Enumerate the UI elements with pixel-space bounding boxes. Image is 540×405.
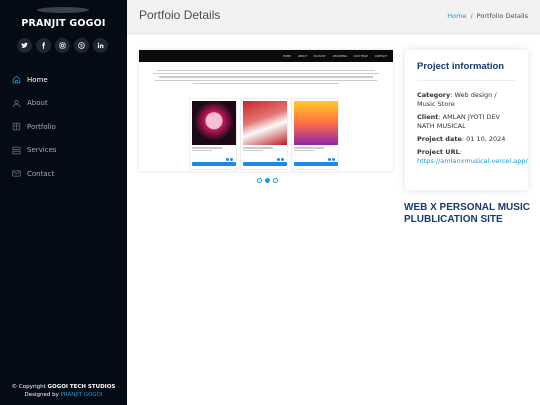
- breadcrumb-separator: /: [470, 12, 473, 20]
- breadcrumb-home-link[interactable]: Home: [447, 12, 466, 20]
- instagram-icon[interactable]: [55, 38, 70, 53]
- sidebar-item-label: Services: [27, 146, 57, 155]
- linkedin-icon[interactable]: [93, 38, 108, 53]
- designer-link[interactable]: PRANJIT GOGOI: [61, 392, 103, 398]
- category-row: Category: Web design / Music Store: [417, 91, 497, 108]
- project-description-title: WEB X PERSONAL MUSIC PLUBLICATION SITE: [404, 202, 530, 225]
- sidebar-item-home[interactable]: Home: [11, 68, 57, 92]
- social-links: [17, 38, 108, 53]
- sidebar-item-label: Home: [27, 75, 48, 84]
- breadcrumb-current: Portfolio Details: [476, 12, 528, 20]
- project-url-link[interactable]: https://amlanxmusical.vercel.app/: [417, 157, 528, 165]
- screenshot-navbar: HOME ABOUT PLAYLIST UPCOMING OUR TEAM CO…: [139, 50, 393, 62]
- slide-dot-1[interactable]: [257, 178, 262, 183]
- screenshot-cards: [189, 98, 339, 170]
- home-icon: [11, 75, 21, 85]
- album-card: [189, 98, 237, 170]
- sidebar: PRANJIT GOGOI Home About Portfolio Servi…: [0, 0, 127, 405]
- breadcrumb: Home / Portfolio Details: [447, 12, 528, 20]
- brand-name[interactable]: PRANJIT GOGOI: [0, 18, 127, 29]
- date-row: Project date: 01 10, 2024: [417, 135, 506, 143]
- project-screenshot[interactable]: HOME ABOUT PLAYLIST UPCOMING OUR TEAM CO…: [139, 50, 393, 171]
- sidebar-item-portfolio[interactable]: Portfolio: [11, 115, 57, 139]
- sidebar-item-contact[interactable]: Contact: [11, 162, 57, 186]
- profile-image: [37, 7, 89, 13]
- slider-pagination: [257, 178, 278, 183]
- slide-dot-2[interactable]: [265, 178, 270, 183]
- page-title: Portfoio Details: [139, 8, 221, 22]
- person-icon: [11, 98, 21, 108]
- project-info-title: Project information: [417, 61, 516, 81]
- sidebar-nav: Home About Portfolio Services Contact: [11, 68, 57, 186]
- skype-icon[interactable]: [74, 38, 89, 53]
- twitter-icon[interactable]: [17, 38, 32, 53]
- url-row: Project URL: https://amlanxmusical.vercel…: [417, 148, 528, 165]
- screenshot-paragraph: [153, 70, 379, 84]
- facebook-icon[interactable]: [36, 38, 51, 53]
- client-row: Client: AMLAN JYOTI DEV NATH MUSICAL: [417, 113, 500, 130]
- server-icon: [11, 145, 21, 155]
- album-card: [240, 98, 288, 170]
- portfolio-details: HOME ABOUT PLAYLIST UPCOMING OUR TEAM CO…: [127, 35, 540, 405]
- album-card: [291, 98, 339, 170]
- credit-text: Designed by PRANJIT GOGOI: [24, 392, 103, 398]
- sidebar-item-label: Contact: [27, 169, 55, 178]
- sidebar-item-label: Portfolio: [27, 122, 56, 131]
- project-info-box: Project information Category: Web design…: [405, 50, 528, 190]
- slide-dot-3[interactable]: [273, 178, 278, 183]
- sidebar-footer: © Copyright GOGOI TECH STUDIOS Designed …: [0, 383, 127, 399]
- book-icon: [11, 122, 21, 132]
- envelope-icon: [11, 169, 21, 179]
- page-header: Portfoio Details Home / Portfolio Details: [127, 0, 540, 34]
- copyright-text: © Copyright GOGOI TECH STUDIOS: [11, 384, 116, 390]
- sidebar-item-services[interactable]: Services: [11, 139, 57, 163]
- sidebar-item-about[interactable]: About: [11, 92, 57, 116]
- sidebar-item-label: About: [27, 99, 48, 108]
